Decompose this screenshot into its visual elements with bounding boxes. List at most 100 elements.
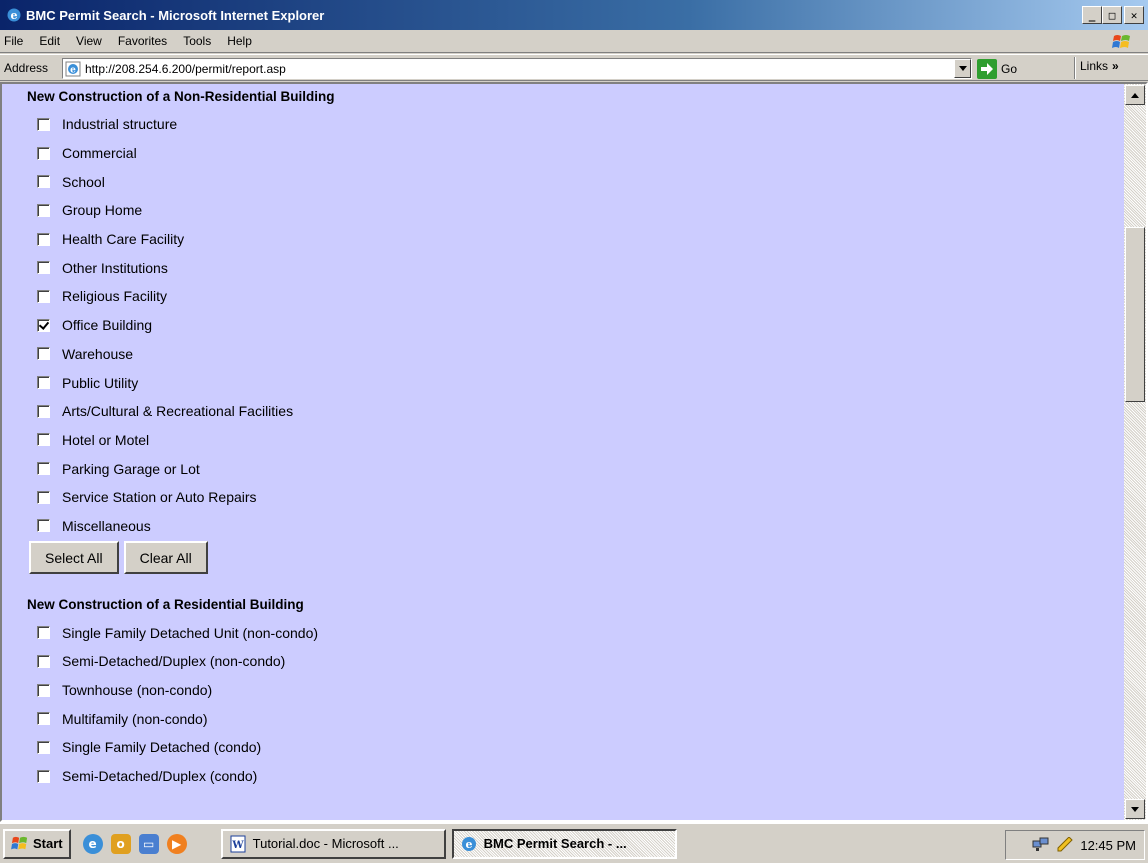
vertical-scrollbar[interactable] [1124, 84, 1146, 820]
clock[interactable]: 12:45 PM [1080, 838, 1136, 853]
checkbox-group-home[interactable] [37, 203, 50, 217]
title-bar[interactable]: e BMC Permit Search - Microsoft Internet… [0, 0, 1148, 30]
checkbox-office-building[interactable] [37, 318, 50, 332]
checkbox-other-institutions[interactable] [37, 261, 50, 275]
arrow-up-icon [1131, 92, 1139, 98]
checkbox-religious-facility[interactable] [37, 289, 50, 303]
ie-icon: e [461, 836, 476, 851]
maximize-button[interactable]: □ [1102, 6, 1122, 24]
links-chevron-icon: » [1112, 59, 1119, 73]
scroll-up-button[interactable] [1125, 85, 1145, 105]
menu-edit[interactable]: Edit [31, 34, 68, 48]
checkbox-health-care-facility[interactable] [37, 232, 50, 246]
outlook-express-icon[interactable]: o [110, 833, 131, 854]
checkbox-hotel-or-motel[interactable] [37, 433, 50, 447]
checkbox-semi-detached-duplex-non-condo[interactable] [37, 654, 50, 668]
start-button[interactable]: Start [3, 828, 71, 859]
minimize-button[interactable]: _ [1082, 6, 1102, 24]
menu-favorites[interactable]: Favorites [110, 34, 175, 48]
option-row-religious-facility[interactable]: Religious Facility [22, 282, 1122, 311]
checkbox-townhouse-non-condo[interactable] [37, 683, 50, 697]
option-row-single-family-detached-unit-non-condo[interactable]: Single Family Detached Unit (non-condo) [22, 618, 1122, 647]
option-row-hotel-or-motel[interactable]: Hotel or Motel [22, 426, 1122, 455]
option-row-school[interactable]: School [22, 167, 1122, 196]
option-row-semi-detached-duplex-non-condo[interactable]: Semi-Detached/Duplex (non-condo) [22, 647, 1122, 676]
scrollbar-thumb[interactable] [1125, 227, 1145, 402]
toolbar-separator [1074, 57, 1076, 79]
taskbar-item-word[interactable]: W Tutorial.doc - Microsoft ... [220, 828, 446, 859]
checkbox-school[interactable] [37, 175, 50, 189]
option-row-multifamily-non-condo[interactable]: Multifamily (non-condo) [22, 704, 1122, 733]
option-row-service-station-or-auto-repairs[interactable]: Service Station or Auto Repairs [22, 483, 1122, 512]
select-all-button[interactable]: Select All [29, 541, 119, 575]
checkbox-service-station-or-auto-repairs[interactable] [37, 490, 50, 504]
svg-text:e: e [70, 65, 76, 75]
go-label: Go [1001, 61, 1018, 76]
option-row-warehouse[interactable]: Warehouse [22, 340, 1122, 369]
option-label: Office Building [62, 317, 153, 334]
option-row-miscellaneous[interactable]: Miscellaneous [22, 512, 1122, 541]
option-label: Arts/Cultural & Recreational Facilities [62, 403, 294, 420]
network-icon[interactable] [1032, 837, 1050, 853]
option-label: Miscellaneous [62, 517, 151, 534]
option-label: Service Station or Auto Repairs [62, 489, 257, 506]
system-tray: 12:45 PM [1005, 830, 1145, 860]
checkbox-commercial[interactable] [37, 146, 50, 160]
links-label: Links [1080, 59, 1109, 73]
option-label: Townhouse (non-condo) [62, 682, 213, 699]
checkbox-miscellaneous[interactable] [37, 519, 50, 533]
address-input[interactable]: e http://208.254.6.200/permit/report.asp [62, 58, 972, 79]
media-player-icon[interactable]: ▶ [166, 833, 187, 854]
svg-text:e: e [465, 838, 472, 851]
internet-explorer-icon[interactable]: e [82, 833, 103, 854]
taskbar: Start e o ▭ ▶ W Tutorial.doc - Microsoft… [0, 822, 1148, 863]
option-label: Industrial structure [62, 116, 178, 133]
go-button[interactable]: Go [977, 58, 1017, 79]
window-title: BMC Permit Search - Microsoft Internet E… [26, 7, 325, 23]
option-row-commercial[interactable]: Commercial [22, 139, 1122, 168]
option-label: Group Home [62, 202, 143, 219]
option-label: Commercial [62, 145, 137, 162]
option-row-group-home[interactable]: Group Home [22, 196, 1122, 225]
windows-logo-icon [1104, 31, 1140, 52]
option-row-parking-garage-or-lot[interactable]: Parking Garage or Lot [22, 454, 1122, 483]
option-label: Semi-Detached/Duplex (non-condo) [62, 653, 286, 670]
address-bar: Address e http://208.254.6.200/permit/re… [0, 54, 1148, 81]
svg-text:e: e [11, 9, 18, 22]
option-row-public-utility[interactable]: Public Utility [22, 368, 1122, 397]
menu-tools[interactable]: Tools [175, 34, 219, 48]
clear-all-button[interactable]: Clear All [123, 541, 208, 575]
close-button[interactable]: ✕ [1124, 6, 1144, 24]
taskbar-item-ie[interactable]: e BMC Permit Search - ... [451, 828, 677, 859]
checkbox-arts-cultural-recreational-facilities[interactable] [37, 404, 50, 418]
arrow-down-icon [1131, 806, 1139, 812]
pencil-icon[interactable] [1056, 837, 1074, 853]
option-label: Other Institutions [62, 259, 168, 276]
checkbox-single-family-detached-condo[interactable] [37, 740, 50, 754]
checkbox-public-utility[interactable] [37, 376, 50, 390]
menu-view[interactable]: View [68, 34, 110, 48]
option-label: Warehouse [62, 345, 134, 362]
option-row-townhouse-non-condo[interactable]: Townhouse (non-condo) [22, 676, 1122, 705]
option-row-office-building[interactable]: Office Building [22, 311, 1122, 340]
checkbox-single-family-detached-unit-non-condo[interactable] [37, 626, 50, 640]
links-button[interactable]: Links » [1080, 59, 1119, 73]
option-row-industrial-structure[interactable]: Industrial structure [22, 110, 1122, 139]
address-dropdown-button[interactable] [954, 59, 971, 78]
option-row-other-institutions[interactable]: Other Institutions [22, 253, 1122, 282]
option-row-health-care-facility[interactable]: Health Care Facility [22, 225, 1122, 254]
menu-file[interactable]: File [0, 34, 31, 48]
option-row-semi-detached-duplex-condo[interactable]: Semi-Detached/Duplex (condo) [22, 762, 1122, 791]
show-desktop-icon[interactable]: ▭ [138, 833, 159, 854]
checkbox-industrial-structure[interactable] [37, 117, 50, 131]
checkbox-warehouse[interactable] [37, 347, 50, 361]
checkbox-parking-garage-or-lot[interactable] [37, 462, 50, 476]
section-heading-residential: New Construction of a Residential Buildi… [27, 597, 304, 613]
option-row-single-family-detached-condo[interactable]: Single Family Detached (condo) [22, 733, 1122, 762]
option-row-arts-cultural-recreational-facilities[interactable]: Arts/Cultural & Recreational Facilities [22, 397, 1122, 426]
checkbox-multifamily-non-condo[interactable] [37, 712, 50, 726]
option-label: Single Family Detached (condo) [62, 739, 262, 756]
checkbox-semi-detached-duplex-condo[interactable] [37, 769, 50, 783]
menu-help[interactable]: Help [219, 34, 260, 48]
scroll-down-button[interactable] [1125, 799, 1145, 819]
